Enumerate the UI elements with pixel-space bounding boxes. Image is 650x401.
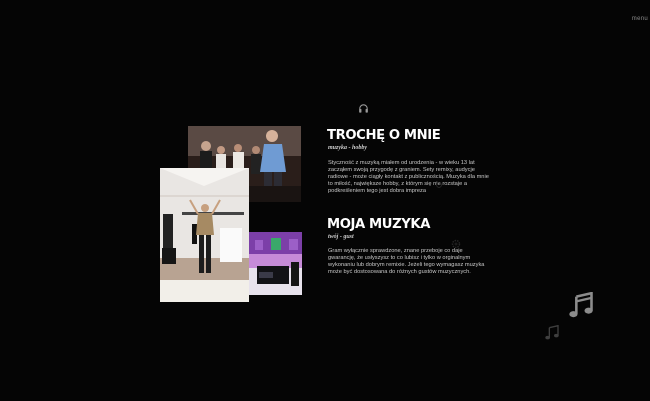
about-title: TROCHĘ O MNIE bbox=[327, 128, 441, 143]
photo-hall bbox=[160, 168, 249, 302]
about-text: Styczność z muzyką miałem od urodzenia -… bbox=[328, 160, 489, 195]
music-note-icon bbox=[569, 292, 593, 318]
about-subtitle: muzyka - hobby bbox=[328, 145, 367, 151]
about-section: TROCHĘ O MNIE muzyka - hobby Styczność z… bbox=[327, 128, 489, 195]
music-title: MOJA MUZYKA bbox=[327, 217, 431, 232]
photo-dj-booth bbox=[249, 232, 302, 295]
music-note-small-icon bbox=[545, 325, 559, 340]
gear-icon bbox=[451, 239, 461, 249]
headphones-icon bbox=[359, 104, 368, 113]
music-subtitle: twój - gust bbox=[328, 234, 354, 240]
photo-collage bbox=[160, 126, 302, 302]
music-text: Gram wyłącznie sprawdzone, znane przeboj… bbox=[328, 248, 485, 276]
menu-link[interactable]: menu bbox=[632, 16, 648, 22]
sparkle-icon bbox=[436, 182, 442, 188]
music-section: MOJA MUZYKA twój - gust Gram wyłącznie s… bbox=[327, 217, 489, 276]
